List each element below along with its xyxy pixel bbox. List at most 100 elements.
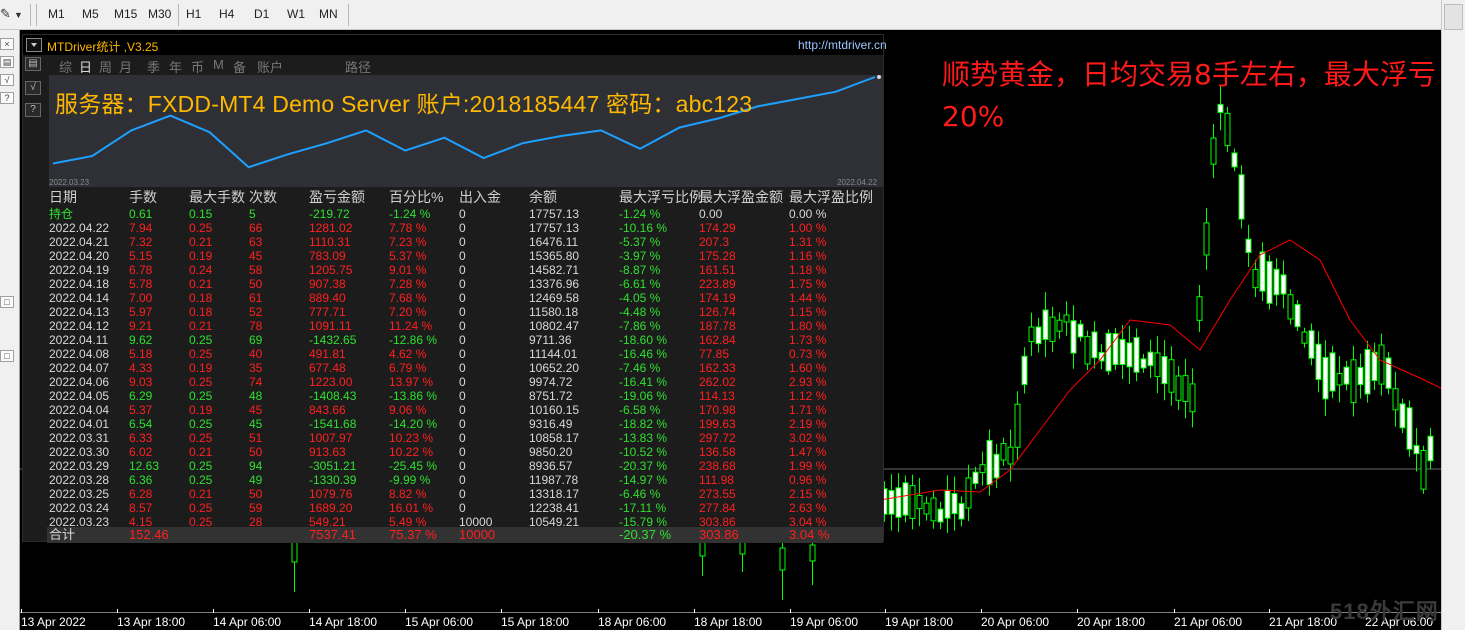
table-cell: 262.02 xyxy=(699,375,736,389)
timeframe-m1-button[interactable]: M1 xyxy=(48,7,65,21)
timeframe-m30-button[interactable]: M30 xyxy=(148,7,171,21)
candle xyxy=(1350,345,1357,417)
table-cell: 0.19 xyxy=(189,403,213,417)
candle xyxy=(1315,331,1322,393)
table-cell: 162.33 xyxy=(699,361,736,375)
candle xyxy=(1238,165,1245,229)
candle xyxy=(930,490,937,529)
tab-notes[interactable]: 备 xyxy=(233,57,246,76)
table-cell: 66 xyxy=(249,221,263,235)
table-cell: 2022.04.08 xyxy=(49,347,110,361)
toolbar-dropdown-icon[interactable]: ▼ xyxy=(14,10,23,20)
tab-daily[interactable]: 日 xyxy=(79,57,92,76)
table-cell: 7.78 % xyxy=(389,221,427,235)
table-cell: 9.62 xyxy=(129,333,153,347)
tab-account[interactable]: 账户 xyxy=(257,57,283,76)
timeframe-m5-button[interactable]: M5 xyxy=(82,7,99,21)
window-menu-icon[interactable] xyxy=(26,38,42,52)
candle xyxy=(1413,427,1420,472)
table-cell: 2022.04.20 xyxy=(49,249,110,263)
table-cell: 持仓 xyxy=(49,207,74,221)
panel-url-link[interactable]: http://mtdriver.cn xyxy=(798,38,887,52)
tab-summary[interactable]: 综 xyxy=(59,57,72,76)
time-axis-tick xyxy=(405,609,406,613)
table-cell: 0 xyxy=(459,361,466,375)
window-button[interactable]: ▤ xyxy=(0,56,14,68)
total-percent: 75.37 % xyxy=(389,527,437,542)
timeframe-mn-button[interactable]: MN xyxy=(319,7,338,21)
table-cell: 2022.04.05 xyxy=(49,389,110,403)
tab-quarterly[interactable]: 季 xyxy=(147,57,160,76)
time-axis-label: 20 Apr 06:00 xyxy=(981,615,1050,629)
table-cell: 10802.47 xyxy=(529,319,580,333)
candle xyxy=(1308,323,1315,366)
table-cell: 17757.13 xyxy=(529,207,580,221)
tab-yearly[interactable]: 年 xyxy=(169,57,182,76)
timeframe-h4-button[interactable]: H4 xyxy=(219,7,234,21)
table-cell: 6.28 xyxy=(129,487,153,501)
window-button[interactable]: √ xyxy=(0,74,14,86)
table-cell: 10652.20 xyxy=(529,361,580,375)
table-cell: 2022.04.11 xyxy=(49,333,109,347)
table-cell: 0 xyxy=(459,347,466,361)
table-cell: 12.63 xyxy=(129,459,160,473)
tab-path[interactable]: 路径 xyxy=(345,57,371,76)
table-cell: 4.33 xyxy=(129,361,153,375)
candle xyxy=(1266,255,1273,310)
timeframe-w1-button[interactable]: W1 xyxy=(287,7,305,21)
candle xyxy=(1406,400,1413,457)
table-cell: 913.63 xyxy=(309,445,346,459)
table-cell: -17.11 % xyxy=(619,501,667,515)
tab-monthly[interactable]: 月 xyxy=(119,57,132,76)
table-cell: -219.72 xyxy=(309,207,350,221)
table-cell: 1.60 % xyxy=(789,361,827,375)
table-cell: 297.72 xyxy=(699,431,736,445)
total-max-float-pct: 3.04 % xyxy=(789,527,830,542)
tab-weekly[interactable]: 周 xyxy=(99,57,112,76)
table-cell: 1.73 % xyxy=(789,333,827,347)
time-axis-tick xyxy=(790,609,791,613)
window-button[interactable]: × xyxy=(0,38,14,50)
table-cell: 1.44 % xyxy=(789,291,827,305)
table-cell: 58 xyxy=(249,263,263,277)
timeframe-h1-button[interactable]: H1 xyxy=(186,7,201,21)
table-cell: 6.78 xyxy=(129,263,153,277)
window-button[interactable]: □ xyxy=(0,296,14,308)
time-axis-label: 19 Apr 06:00 xyxy=(790,615,859,629)
panel-side-button[interactable]: ? xyxy=(25,103,41,117)
candle xyxy=(1336,356,1343,403)
panel-side-button[interactable]: √ xyxy=(25,81,41,95)
table-cell: 2022.04.19 xyxy=(49,263,110,277)
scrollbar-thumb[interactable] xyxy=(1444,4,1463,30)
window-button[interactable]: ? xyxy=(0,92,14,104)
table-cell: 2022.04.21 xyxy=(49,235,110,249)
panel-side-button[interactable]: ▤ xyxy=(25,57,41,71)
table-cell: 5.37 % xyxy=(389,249,427,263)
table-cell: 1007.97 xyxy=(309,431,353,445)
table-cell: -1541.68 xyxy=(309,417,357,431)
candle xyxy=(1252,259,1259,298)
window-button[interactable]: □ xyxy=(0,350,14,362)
table-cell: 0.18 xyxy=(189,305,213,319)
tab-magic[interactable]: M xyxy=(213,57,224,72)
total-max-float: 303.86 xyxy=(699,527,739,542)
tab-currency[interactable]: 币 xyxy=(191,57,204,76)
table-cell: 4.62 % xyxy=(389,347,427,361)
table-cell: 9.03 xyxy=(129,375,153,389)
toolbar-pin-icon[interactable]: ✎ xyxy=(0,6,11,22)
table-cell: 13318.17 xyxy=(529,487,580,501)
time-axis-label: 20 Apr 18:00 xyxy=(1077,615,1146,629)
table-row: 2022.04.18 5.78 0.21 50 907.38 7.28 % 0 13376.9… xyxy=(47,277,883,291)
table-cell: 2022.03.29 xyxy=(49,459,110,473)
timeframe-m15-button[interactable]: M15 xyxy=(114,7,137,21)
table-cell: 0 xyxy=(459,389,466,403)
table-cell: 1.15 % xyxy=(789,305,827,319)
toolbar-separator xyxy=(348,4,349,26)
table-cell: 10.22 % xyxy=(389,445,434,459)
table-cell: 1.00 % xyxy=(789,221,827,235)
timeframe-d1-button[interactable]: D1 xyxy=(254,7,269,21)
table-cell: 1.71 % xyxy=(789,403,827,417)
table-cell: 5.15 xyxy=(129,249,153,263)
table-cell: -8.87 % xyxy=(619,263,661,277)
table-cell: 0 xyxy=(459,305,466,319)
